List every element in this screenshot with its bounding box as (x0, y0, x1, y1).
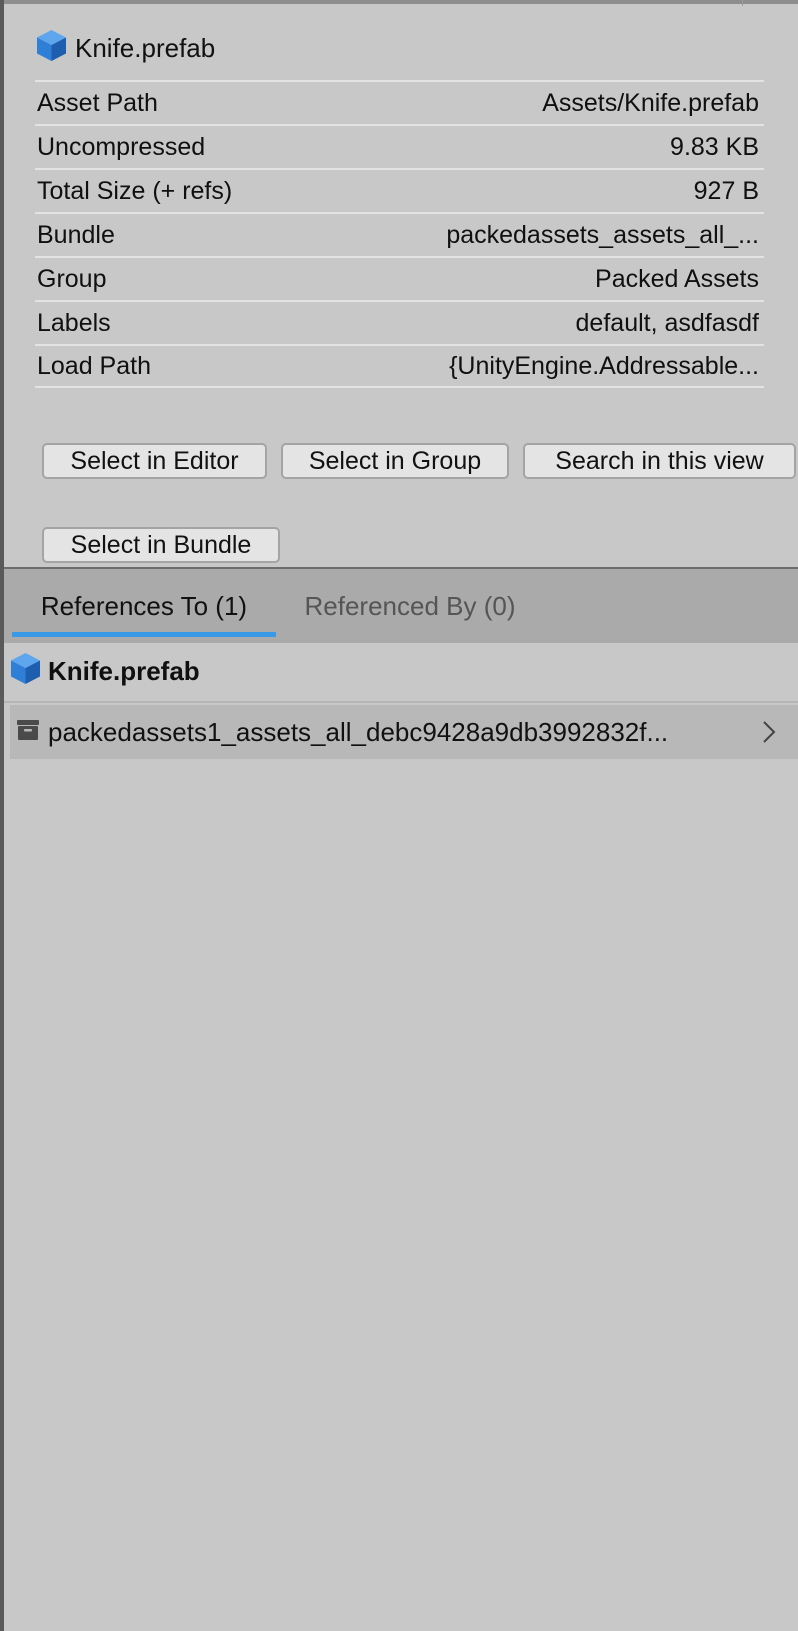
property-value: {UnityEngine.Addressable... (449, 351, 759, 380)
tree-root-label: Knife.prefab (48, 655, 200, 686)
property-value: default, asdfasdf (575, 308, 759, 337)
property-label: Asset Path (37, 88, 158, 117)
chevron-right-icon[interactable] (762, 720, 776, 749)
tree-root-item[interactable]: Knife.prefab (10, 653, 200, 689)
tab-referenced-by[interactable]: Referenced By (0) (290, 569, 530, 643)
property-value: 9.83 KB (670, 132, 759, 161)
window-top-border (0, 0, 798, 4)
property-label: Load Path (37, 351, 151, 380)
tree-child-label: packedassets1_assets_all_debc9428a9db399… (48, 716, 669, 747)
select-in-editor-button[interactable]: Select in Editor (42, 443, 267, 479)
property-row-labels: Labels default, asdfasdf (35, 300, 764, 344)
reference-tabs: References To (1) Referenced By (0) (4, 569, 798, 643)
property-value: packedassets_assets_all_... (446, 220, 759, 249)
property-row-load-path: Load Path {UnityEngine.Addressable... (35, 344, 764, 388)
prefab-cube-icon (10, 652, 41, 690)
property-row-uncompressed: Uncompressed 9.83 KB (35, 124, 764, 168)
asset-title: Knife.prefab (75, 32, 216, 63)
asset-header: Knife.prefab (36, 28, 215, 68)
property-label: Bundle (37, 220, 115, 249)
search-in-view-button[interactable]: Search in this view (523, 443, 796, 479)
window-edge-mark (742, 0, 743, 6)
property-label: Uncompressed (37, 132, 206, 161)
property-label: Labels (37, 308, 111, 337)
select-in-group-button[interactable]: Select in Group (281, 443, 509, 479)
select-in-bundle-button[interactable]: Select in Bundle (42, 527, 280, 563)
property-row-asset-path: Asset Path Assets/Knife.prefab (35, 80, 764, 124)
property-label: Group (37, 264, 107, 293)
property-row-group: Group Packed Assets (35, 256, 764, 300)
prefab-cube-icon (36, 29, 67, 67)
property-row-bundle: Bundle packedassets_assets_all_... (35, 212, 764, 256)
property-row-total-size: Total Size (+ refs) 927 B (35, 168, 764, 212)
asset-properties: Asset Path Assets/Knife.prefab Uncompres… (35, 80, 764, 388)
property-value: Packed Assets (595, 264, 759, 293)
property-value: Assets/Knife.prefab (542, 88, 759, 117)
active-tab-indicator (12, 632, 276, 637)
property-label: Total Size (+ refs) (37, 176, 233, 205)
tree-child-item[interactable]: packedassets1_assets_all_debc9428a9db399… (10, 705, 798, 759)
tree-separator (4, 701, 798, 703)
property-value: 927 B (693, 176, 759, 205)
bundle-archive-icon (16, 718, 40, 747)
window-left-border (0, 0, 4, 1631)
